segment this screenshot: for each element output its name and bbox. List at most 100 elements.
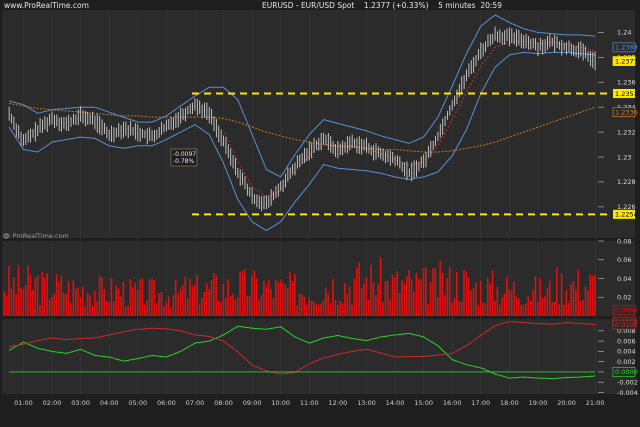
volume-bar[interactable]: [372, 282, 375, 316]
volume-bar[interactable]: [325, 287, 327, 316]
volume-bar[interactable]: [551, 302, 553, 316]
volume-bar[interactable]: [39, 305, 41, 316]
volume-bar[interactable]: [575, 289, 577, 316]
volume-bar[interactable]: [517, 298, 520, 316]
volume-bar[interactable]: [327, 293, 329, 316]
volume-bar[interactable]: [417, 278, 420, 316]
volume-bar[interactable]: [182, 285, 184, 316]
volume-bar[interactable]: [217, 300, 220, 316]
volume-bar[interactable]: [408, 270, 410, 316]
volume-bar[interactable]: [48, 299, 51, 316]
volume-bar[interactable]: [315, 303, 318, 316]
volume-bar[interactable]: [191, 286, 194, 316]
volume-bar[interactable]: [591, 275, 594, 316]
volume-bar[interactable]: [60, 275, 63, 316]
volume-bar[interactable]: [12, 277, 15, 316]
volume-bar[interactable]: [391, 274, 394, 316]
volume-bar[interactable]: [284, 284, 287, 316]
volume-bar[interactable]: [546, 287, 549, 316]
volume-bar[interactable]: [74, 288, 77, 316]
volume-bar[interactable]: [36, 275, 39, 316]
volume-bar[interactable]: [479, 280, 482, 316]
volume-bar[interactable]: [58, 282, 60, 316]
volume-bar[interactable]: [20, 287, 22, 316]
volume-bar[interactable]: [210, 280, 213, 316]
volume-bar[interactable]: [151, 278, 153, 316]
volume-bar[interactable]: [303, 296, 306, 316]
volume-bar[interactable]: [379, 257, 382, 316]
volume-bar[interactable]: [255, 278, 258, 316]
volume-bar[interactable]: [313, 301, 315, 316]
volume-bar[interactable]: [401, 280, 403, 316]
volume-bar[interactable]: [127, 305, 129, 316]
volume-bar[interactable]: [67, 280, 70, 316]
volume-bar[interactable]: [267, 280, 270, 316]
volume-bar[interactable]: [72, 280, 75, 316]
volume-bar[interactable]: [353, 278, 356, 316]
volume-bar[interactable]: [29, 275, 32, 316]
volume-bar[interactable]: [239, 272, 241, 316]
volume-bar[interactable]: [120, 296, 122, 316]
volume-bar[interactable]: [410, 278, 413, 316]
volume-bar[interactable]: [79, 296, 82, 316]
volume-bar[interactable]: [563, 304, 565, 316]
volume-bar[interactable]: [510, 290, 513, 316]
volume-bar[interactable]: [453, 297, 456, 316]
volume-bar[interactable]: [386, 280, 389, 316]
volume-bar[interactable]: [358, 262, 360, 316]
volume-bar[interactable]: [93, 290, 96, 316]
volume-bar[interactable]: [213, 273, 215, 316]
volume-bar[interactable]: [425, 267, 427, 316]
volume-bar[interactable]: [96, 301, 98, 316]
volume-bar[interactable]: [270, 288, 272, 316]
volume-bar[interactable]: [110, 278, 113, 316]
volume-bar[interactable]: [115, 285, 117, 316]
volume-bar[interactable]: [491, 270, 494, 316]
volume-bar[interactable]: [427, 303, 430, 316]
volume-bar[interactable]: [436, 297, 439, 316]
volume-bar[interactable]: [62, 292, 65, 316]
volume-bar[interactable]: [229, 296, 232, 316]
volume-bar[interactable]: [508, 289, 511, 316]
volume-bar[interactable]: [298, 293, 301, 316]
volume-bar[interactable]: [108, 301, 110, 316]
volume-bar[interactable]: [236, 297, 239, 316]
volume-bar[interactable]: [174, 279, 177, 316]
volume-bar[interactable]: [279, 279, 282, 316]
volume-bar[interactable]: [336, 304, 339, 316]
volume-bar[interactable]: [286, 287, 289, 316]
volume-bar[interactable]: [444, 294, 446, 316]
volume-bar[interactable]: [155, 303, 158, 316]
volume-bar[interactable]: [34, 278, 36, 316]
volume-bar[interactable]: [548, 280, 551, 316]
volume-bar[interactable]: [253, 269, 256, 316]
volume-bar[interactable]: [515, 296, 518, 316]
volume-bar[interactable]: [332, 279, 334, 316]
volume-bar[interactable]: [494, 300, 496, 316]
volume-bar[interactable]: [522, 304, 525, 316]
volume-bar[interactable]: [527, 296, 530, 316]
volume-bar[interactable]: [198, 304, 201, 316]
volume-bar[interactable]: [101, 277, 103, 316]
volume-bar[interactable]: [70, 302, 72, 316]
volume-bar[interactable]: [382, 302, 384, 316]
volume-bar[interactable]: [541, 297, 544, 316]
volume-bar[interactable]: [367, 299, 370, 316]
volume-bar[interactable]: [334, 300, 337, 316]
volume-bar[interactable]: [51, 296, 53, 316]
volume-bar[interactable]: [458, 301, 461, 316]
volume-bar[interactable]: [248, 295, 251, 316]
volume-bar[interactable]: [463, 270, 465, 316]
volume-bar[interactable]: [477, 304, 480, 316]
volume-bar[interactable]: [570, 283, 572, 316]
volume-bar[interactable]: [355, 267, 358, 316]
volume-bar[interactable]: [587, 290, 589, 316]
volume-bar[interactable]: [134, 283, 137, 316]
volume-bar[interactable]: [422, 268, 425, 316]
volume-bar[interactable]: [124, 306, 127, 316]
volume-bar[interactable]: [363, 283, 365, 316]
volume-bar[interactable]: [308, 297, 310, 316]
volume-bar[interactable]: [467, 278, 470, 316]
volume-bar[interactable]: [105, 301, 108, 316]
volume-bar[interactable]: [341, 303, 344, 316]
